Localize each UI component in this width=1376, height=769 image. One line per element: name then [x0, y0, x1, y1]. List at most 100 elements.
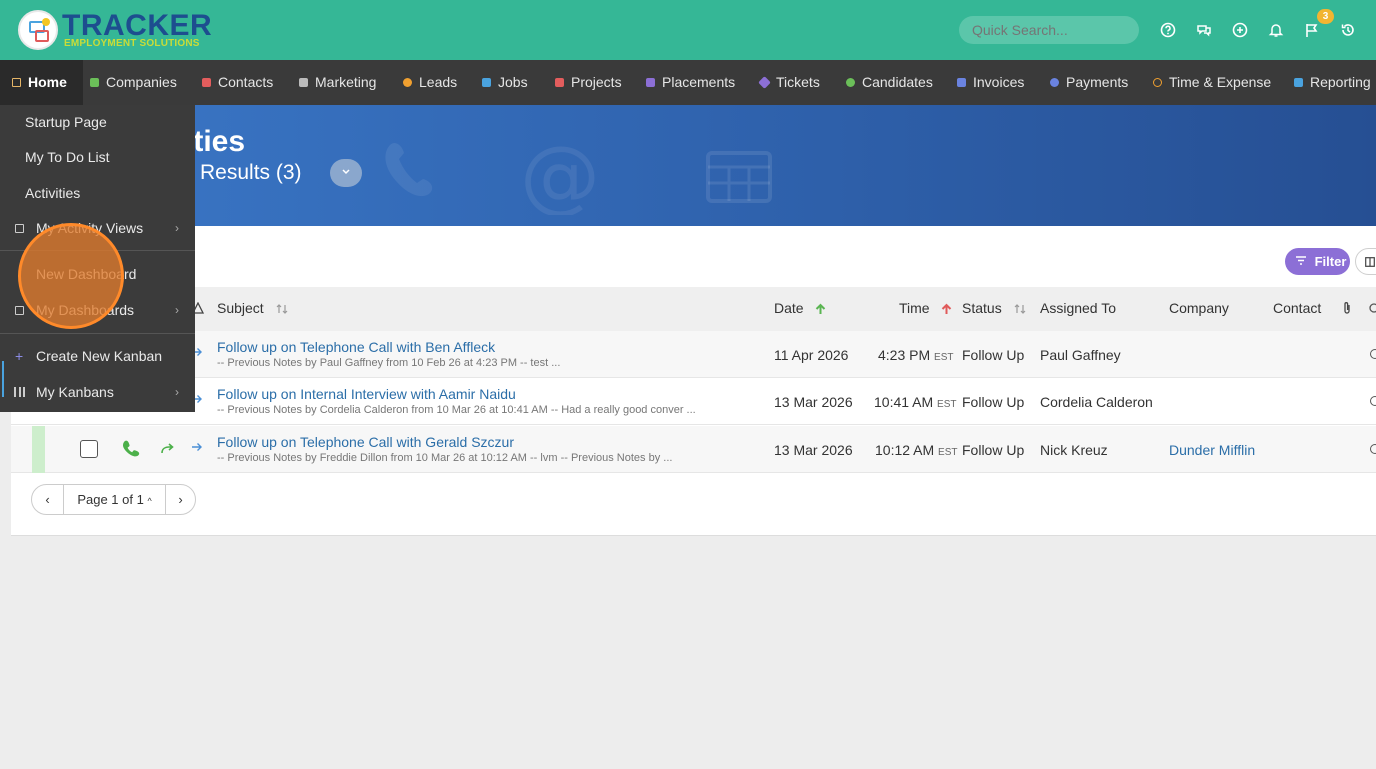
logo-subtitle: EMPLOYMENT SOLUTIONS — [64, 38, 200, 49]
activity-assigned-to: Paul Gaffney — [1040, 347, 1121, 363]
checkbox-list-icon — [15, 224, 24, 233]
menu-create-new-kanban[interactable]: + Create New Kanban — [0, 339, 195, 373]
table-row[interactable]: Follow up on Telephone Call with Gerald … — [11, 426, 1376, 473]
activity-status: Follow Up — [962, 394, 1025, 410]
paperclip-icon — [1344, 302, 1350, 314]
help-icon[interactable] — [1160, 22, 1176, 38]
add-circle-icon[interactable] — [1232, 22, 1248, 38]
activity-subject-link[interactable]: Follow up on Telephone Call with Ben Aff… — [217, 339, 495, 355]
nav-home[interactable]: Home — [0, 60, 83, 105]
nav-projects[interactable]: Projects — [555, 60, 622, 105]
nav-invoices[interactable]: Invoices — [957, 60, 1024, 105]
table-header: Subject Date Time Status Assigned To Com… — [11, 287, 1376, 331]
col-date[interactable]: Date — [774, 287, 826, 331]
row-status-strip — [32, 426, 45, 473]
activity-assigned-to: Cordelia Calderon — [1040, 394, 1153, 410]
flag-icon[interactable] — [1304, 22, 1320, 38]
view-icon[interactable] — [1370, 444, 1376, 454]
nav-candidates[interactable]: Candidates — [846, 60, 933, 105]
row-checkbox[interactable] — [80, 440, 98, 458]
activity-note: -- Previous Notes by Freddie Dillon from… — [217, 452, 673, 464]
view-icon — [1369, 303, 1376, 313]
activity-date: 11 Apr 2026 — [774, 347, 849, 363]
view-icon[interactable] — [1370, 349, 1376, 359]
bar-chart-icon — [1294, 77, 1303, 87]
activity-subject-link[interactable]: Follow up on Internal Interview with Aam… — [217, 386, 516, 402]
invoice-icon — [957, 77, 966, 87]
columns-button[interactable] — [1355, 248, 1376, 275]
chat-icon[interactable] — [1196, 22, 1212, 38]
nav-reporting[interactable]: Reporting — [1294, 60, 1371, 105]
contact-card-icon — [202, 77, 211, 87]
nav-leads[interactable]: Leads — [403, 60, 457, 105]
pagination: ‹ Page 1 of 1 ^ › — [31, 484, 196, 515]
activity-company-link[interactable]: Dunder Mifflin — [1169, 442, 1255, 458]
menu-my-kanbans[interactable]: My Kanbans › — [0, 375, 195, 409]
activity-date: 13 Mar 2026 — [774, 394, 853, 410]
col-status[interactable]: Status — [962, 287, 1026, 331]
menu-my-to-do-list[interactable]: My To Do List — [0, 140, 195, 174]
target-icon — [403, 77, 412, 87]
sort-descending-priority-icon — [942, 303, 952, 315]
filter-button[interactable]: Filter — [1285, 248, 1350, 275]
col-time[interactable]: Time — [899, 287, 952, 331]
col-company[interactable]: Company — [1169, 287, 1229, 331]
megaphone-icon — [299, 77, 308, 87]
svg-text:@: @ — [520, 145, 600, 215]
columns-icon — [1365, 257, 1375, 267]
nav-tickets[interactable]: Tickets — [758, 60, 820, 105]
arrow-right-icon[interactable] — [191, 442, 203, 452]
page-select[interactable]: Page 1 of 1 ^ — [64, 485, 165, 514]
nav-companies[interactable]: Companies — [90, 60, 177, 105]
nav-contacts[interactable]: Contacts — [202, 60, 273, 105]
page-header-banner: @ ivities ch Results (3) — [0, 105, 1376, 226]
activity-status: Follow Up — [962, 442, 1025, 458]
history-icon[interactable] — [1340, 22, 1356, 38]
next-page-button[interactable]: › — [166, 485, 195, 514]
at-sign-watermark-icon: @ — [520, 145, 600, 215]
menu-startup-page[interactable]: Startup Page — [0, 105, 195, 139]
chevron-right-icon: › — [175, 303, 179, 317]
col-contact[interactable]: Contact — [1273, 287, 1321, 331]
nav-time-expense[interactable]: Time & Expense — [1153, 60, 1271, 105]
nav-payments[interactable]: Payments — [1050, 60, 1128, 105]
clipboard-icon — [555, 77, 564, 87]
col-assigned-to[interactable]: Assigned To — [1040, 287, 1116, 331]
kanban-icon — [14, 387, 25, 397]
bell-icon[interactable] — [1268, 22, 1284, 38]
phone-watermark-icon — [385, 142, 433, 197]
views-dropdown-button[interactable] — [330, 159, 362, 187]
activity-status: Follow Up — [962, 347, 1025, 363]
table-row[interactable]: Follow up on Internal Interview with Aam… — [11, 378, 1376, 425]
activity-note: -- Previous Notes by Paul Gaffney from 1… — [217, 357, 561, 369]
prev-page-button[interactable]: ‹ — [32, 485, 63, 514]
chevron-right-icon: › — [175, 385, 179, 399]
activity-time: 4:23 PM EST — [878, 347, 954, 363]
activity-note: -- Previous Notes by Cordelia Calderon f… — [217, 404, 696, 416]
nav-marketing[interactable]: Marketing — [299, 60, 376, 105]
building-icon — [90, 77, 99, 87]
sort-icon — [276, 304, 288, 315]
nav-placements[interactable]: Placements — [646, 60, 735, 105]
calendar-watermark-icon — [706, 151, 772, 203]
view-icon[interactable] — [1370, 396, 1376, 406]
quick-search-input[interactable] — [959, 16, 1139, 44]
col-subject[interactable]: Subject — [217, 287, 288, 331]
nav-jobs[interactable]: Jobs — [482, 60, 528, 105]
chevron-up-icon: ^ — [147, 496, 152, 506]
sort-icon — [1014, 304, 1026, 315]
filter-icon — [1296, 256, 1306, 265]
table-row[interactable]: Follow up on Telephone Call with Ben Aff… — [11, 331, 1376, 378]
notification-badge: 3 — [1317, 9, 1334, 24]
plus-icon: + — [15, 348, 24, 364]
home-icon — [12, 77, 21, 87]
top-bar: TRACKER EMPLOYMENT SOLUTIONS 3 — [0, 0, 1376, 60]
activity-assigned-to: Nick Kreuz — [1040, 442, 1108, 458]
phone-icon — [122, 440, 140, 457]
logo-badge-icon — [18, 10, 58, 50]
dashboard-icon — [15, 306, 24, 315]
follow-up-arrow-icon — [161, 443, 174, 454]
app-logo[interactable]: TRACKER EMPLOYMENT SOLUTIONS — [18, 8, 212, 54]
menu-activities[interactable]: Activities — [0, 176, 195, 210]
activity-subject-link[interactable]: Follow up on Telephone Call with Gerald … — [217, 434, 514, 450]
